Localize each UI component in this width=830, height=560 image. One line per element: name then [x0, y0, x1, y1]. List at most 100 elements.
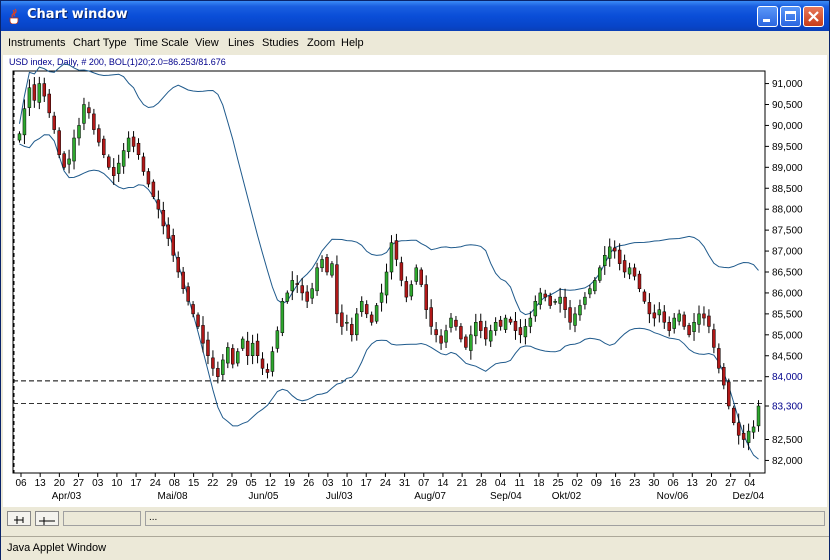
candle-body	[578, 305, 582, 316]
crosshair-button[interactable]	[35, 511, 59, 526]
pin-button[interactable]	[7, 511, 31, 526]
candle-body	[404, 281, 409, 298]
candle-body	[285, 292, 290, 302]
x-tick-label: 28	[476, 478, 488, 489]
candle-body	[369, 314, 374, 323]
candle-body	[196, 314, 200, 327]
maximize-icon	[785, 11, 796, 21]
x-tick-label: 21	[457, 478, 469, 489]
x-tick-label: 09	[591, 478, 603, 489]
candle-body	[508, 318, 513, 323]
candle-body	[523, 326, 528, 338]
candle-body	[62, 153, 66, 168]
y-tick-label: 83,300	[772, 402, 803, 413]
candle-body	[82, 104, 86, 124]
menu-instruments[interactable]: Instruments	[8, 37, 65, 49]
candle-body	[151, 181, 156, 197]
candle-body	[300, 285, 304, 294]
candle-body	[409, 284, 414, 297]
candle-body	[359, 301, 364, 313]
x-month-label: Nov/06	[657, 491, 689, 502]
candle-body	[498, 319, 503, 327]
x-tick-label: 07	[418, 478, 430, 489]
maximize-button[interactable]	[780, 6, 801, 27]
candle-body	[662, 311, 667, 323]
candle-body	[191, 304, 195, 315]
candle-body	[72, 137, 76, 162]
candle-body	[92, 113, 96, 130]
x-month-label: Okt/02	[552, 491, 582, 502]
candle-body	[340, 312, 344, 327]
candle-body	[741, 432, 746, 440]
title-bar[interactable]: Chart window	[1, 1, 829, 31]
y-tick-label: 90,500	[772, 100, 803, 111]
candle-body	[543, 293, 547, 298]
x-tick-label: 30	[648, 478, 660, 489]
candle-body	[206, 339, 210, 356]
candle-body	[245, 340, 250, 356]
candle-body	[121, 150, 126, 167]
candle-body	[722, 367, 726, 386]
candle-body	[161, 209, 166, 227]
candle-body	[310, 288, 314, 299]
candle-body	[389, 242, 394, 273]
menu-chart-type[interactable]: Chart Type	[73, 37, 127, 49]
candle-body	[558, 296, 562, 304]
y-tick-label: 82,500	[772, 435, 803, 446]
candle-body	[568, 307, 572, 323]
menu-lines[interactable]: Lines	[228, 37, 254, 49]
applet-window-text: Java Applet Window	[7, 542, 107, 554]
candle-body	[717, 348, 721, 369]
close-button[interactable]	[803, 6, 824, 27]
menu-zoom[interactable]: Zoom	[307, 37, 335, 49]
minimize-button[interactable]	[757, 6, 778, 27]
x-month-label: Jun/05	[248, 491, 278, 502]
candle-body	[424, 284, 428, 310]
x-tick-label: 15	[188, 478, 200, 489]
candle-body	[439, 335, 443, 344]
y-tick-label: 85,500	[772, 309, 803, 320]
candle-body	[22, 108, 27, 136]
x-tick-label: 14	[437, 478, 449, 489]
y-tick-label: 84,000	[772, 372, 803, 383]
x-tick-label: 24	[380, 478, 392, 489]
x-tick-label: 03	[322, 478, 334, 489]
candle-body	[583, 296, 587, 305]
plot-frame	[12, 70, 766, 474]
candle-body	[379, 292, 384, 303]
candle-body	[697, 313, 701, 325]
candle-body	[47, 93, 51, 114]
candle-body	[240, 338, 245, 349]
candle-body	[250, 342, 255, 356]
candle-body	[42, 83, 47, 97]
candle-body	[692, 322, 696, 332]
x-tick-label: 18	[533, 478, 545, 489]
candle-body	[216, 368, 220, 377]
candle-body	[444, 330, 448, 343]
x-tick-label: 22	[207, 478, 219, 489]
chart-area[interactable]: USD index, Daily, # 200, BOL(1)20;2.0=86…	[3, 55, 827, 507]
x-tick-label: 23	[629, 478, 641, 489]
menu-studies[interactable]: Studies	[262, 37, 299, 49]
candle-body	[350, 324, 354, 336]
y-tick-label: 87,500	[772, 226, 803, 237]
x-month-label: Mai/08	[158, 491, 188, 502]
candle-body	[211, 357, 215, 369]
menu-view[interactable]: View	[195, 37, 219, 49]
candle-body	[126, 137, 131, 152]
menu-help[interactable]: Help	[341, 37, 364, 49]
menu-time-scale[interactable]: Time Scale	[134, 37, 189, 49]
x-tick-label: 20	[706, 478, 718, 489]
candle-body	[87, 107, 91, 114]
candle-body	[221, 359, 225, 375]
candle-body	[429, 307, 433, 327]
candle-body	[474, 322, 478, 337]
candle-body	[201, 325, 205, 344]
pin-icon	[14, 516, 24, 524]
candle-body	[17, 133, 22, 141]
candle-body	[315, 267, 319, 292]
candlestick-chart[interactable]: USD index, Daily, # 200, BOL(1)20;2.0=86…	[3, 55, 827, 507]
chart-header-label: USD index, Daily, # 200, BOL(1)20;2.0=86…	[9, 57, 226, 67]
candle-body	[102, 138, 106, 155]
candle-body	[57, 130, 61, 155]
